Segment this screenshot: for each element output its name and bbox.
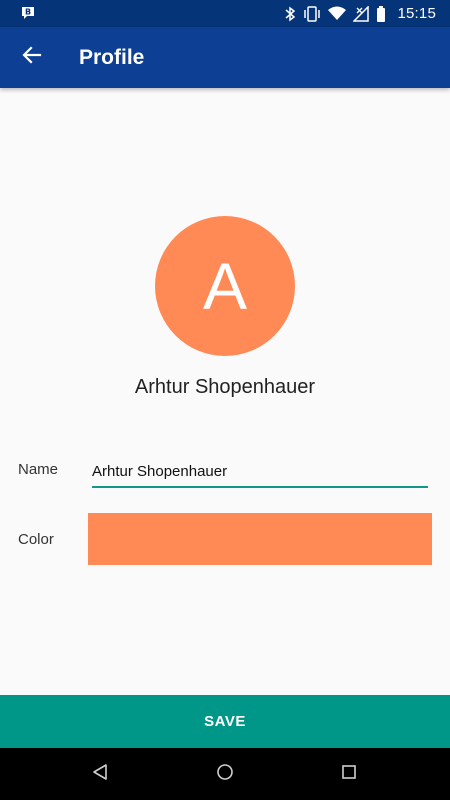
nav-back-icon: [91, 763, 109, 786]
profile-display-name: Arhtur Shopenhauer: [134, 376, 316, 398]
app-bar: Profile: [0, 27, 450, 88]
name-input[interactable]: [92, 456, 428, 488]
avatar-letter: A: [202, 249, 248, 323]
status-bar: B 15:15: [0, 0, 450, 27]
color-label: Color: [18, 531, 54, 548]
nav-recents-icon: [341, 764, 357, 785]
battery-icon: [376, 5, 386, 22]
page-title: Profile: [79, 46, 145, 69]
navigation-bar: [0, 748, 450, 800]
signal-icon: [353, 5, 370, 22]
notification-icon: B: [20, 5, 36, 21]
nav-recents-button[interactable]: [337, 762, 361, 786]
svg-text:B: B: [25, 8, 31, 17]
nav-home-icon: [216, 763, 234, 786]
arrow-back-icon: [22, 45, 42, 70]
vibrate-icon: [303, 5, 321, 22]
name-label: Name: [18, 461, 59, 478]
nav-back-button[interactable]: [88, 762, 112, 786]
status-time: 15:15: [397, 5, 436, 22]
back-button[interactable]: [14, 39, 50, 75]
color-picker-swatch[interactable]: [88, 513, 432, 565]
status-icons: 15:15: [284, 0, 436, 27]
avatar: A: [155, 216, 295, 356]
wifi-icon: [328, 6, 347, 21]
profile-screen: B 15:15 Profile A Arhtur Shopenhauer Nam…: [0, 0, 450, 800]
bluetooth-icon: [284, 6, 296, 22]
nav-home-button[interactable]: [213, 762, 237, 786]
save-button[interactable]: SAVE: [0, 695, 450, 748]
